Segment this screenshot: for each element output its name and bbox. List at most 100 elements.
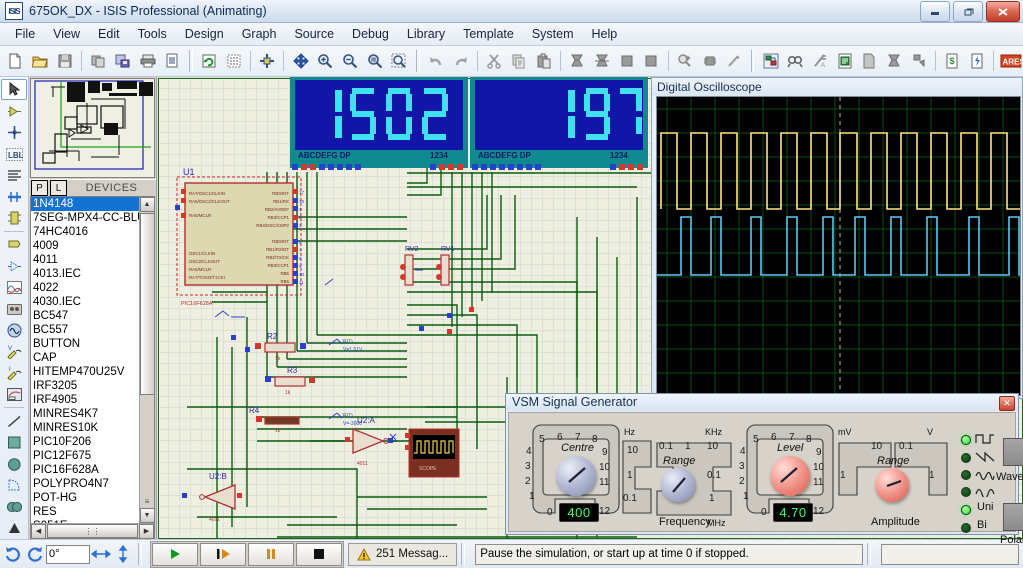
devices-tab-l[interactable]: L xyxy=(50,180,67,196)
device-item-minres4k7[interactable]: MINRES4K7 xyxy=(31,407,139,421)
device-item-bc547[interactable]: BC547 xyxy=(31,309,139,323)
device-item-irf3205[interactable]: IRF3205 xyxy=(31,379,139,393)
scroll-up-button[interactable]: ▲ xyxy=(139,197,155,212)
circle-tool-icon[interactable] xyxy=(1,453,27,474)
device-item-pot-hg[interactable]: POT-HG xyxy=(31,491,139,505)
devices-vertical-scrollbar[interactable]: ▲ ≡ ▼ xyxy=(139,197,155,523)
stop-button[interactable] xyxy=(296,542,342,566)
generator-mode-icon[interactable] xyxy=(1,320,27,341)
scroll-down-button[interactable]: ▼ xyxy=(139,508,155,523)
minimize-button[interactable] xyxy=(920,1,950,22)
scroll-right-button[interactable]: ▶ xyxy=(139,523,154,539)
devices-horizontal-scrollbar[interactable]: ◀ ⋮⋮ ▶ xyxy=(31,523,154,539)
menu-design[interactable]: Design xyxy=(176,25,233,43)
device-item-4030iec[interactable]: 4030.IEC xyxy=(31,295,139,309)
mirror-horizontal-icon[interactable] xyxy=(90,543,112,565)
import-section-icon[interactable] xyxy=(86,48,111,74)
device-item-1n4148[interactable]: 1N4148 xyxy=(31,197,139,211)
device-item-4011[interactable]: 4011 xyxy=(31,253,139,267)
wire-label-mode-icon[interactable]: LBL xyxy=(1,143,27,164)
paste-icon[interactable] xyxy=(531,48,556,74)
voltage-probe-mode-icon[interactable]: V xyxy=(1,341,27,362)
menu-graph[interactable]: Graph xyxy=(233,25,286,43)
closed-path-tool-icon[interactable] xyxy=(1,496,27,517)
mirror-vertical-icon[interactable] xyxy=(112,543,134,565)
device-pin-mode-icon[interactable] xyxy=(1,255,27,276)
device-item-res[interactable]: RES xyxy=(31,505,139,519)
hscroll-thumb[interactable]: ⋮⋮ xyxy=(47,524,138,538)
pause-button[interactable] xyxy=(248,542,294,566)
component-mode-icon[interactable] xyxy=(1,100,27,121)
sawtooth-wave-led[interactable] xyxy=(961,453,971,463)
devices-list[interactable]: 1N4148 7SEG-MPX4-CC-BLU 74HC4016 4009 40… xyxy=(31,197,139,523)
centre-knob[interactable] xyxy=(556,456,596,496)
menu-file[interactable]: File xyxy=(6,25,44,43)
bus-mode-icon[interactable] xyxy=(1,186,27,207)
block-rotate-icon[interactable] xyxy=(614,48,639,74)
device-item-74hc4016[interactable]: 74HC4016 xyxy=(31,225,139,239)
packaging-tool-icon[interactable] xyxy=(722,48,747,74)
marker-tool-icon[interactable] xyxy=(1,518,27,539)
frequency-range-knob[interactable] xyxy=(661,468,695,502)
device-item-7seg[interactable]: 7SEG-MPX4-CC-BLU xyxy=(31,211,139,225)
device-item-bc557[interactable]: BC557 xyxy=(31,323,139,337)
box-tool-icon[interactable] xyxy=(1,432,27,453)
netlist-icon[interactable] xyxy=(758,48,783,74)
level-knob[interactable] xyxy=(770,456,810,496)
devices-tab-p[interactable]: P xyxy=(31,180,48,196)
menu-help[interactable]: Help xyxy=(583,25,627,43)
rotation-input[interactable]: 0° xyxy=(46,544,90,564)
cut-icon[interactable] xyxy=(482,48,507,74)
origin-icon[interactable] xyxy=(255,48,280,74)
block-copy-icon[interactable] xyxy=(565,48,590,74)
menu-tools[interactable]: Tools xyxy=(129,25,176,43)
display-right[interactable]: ABCDEFG DP 1234 197 xyxy=(470,77,650,170)
zoom-select-icon[interactable] xyxy=(387,48,412,74)
device-item-hitemp[interactable]: HITEMP470U25V xyxy=(31,365,139,379)
export-section-icon[interactable] xyxy=(111,48,136,74)
device-item-4013iec[interactable]: 4013.IEC xyxy=(31,267,139,281)
copy-icon[interactable] xyxy=(507,48,532,74)
redo-icon[interactable] xyxy=(448,48,473,74)
text-script-mode-icon[interactable] xyxy=(1,165,27,186)
menu-library[interactable]: Library xyxy=(398,25,454,43)
device-item-minres10k[interactable]: MINRES10K xyxy=(31,421,139,435)
electrical-rule-check-icon[interactable] xyxy=(783,48,808,74)
undo-icon[interactable] xyxy=(424,48,449,74)
overview-panel[interactable] xyxy=(30,78,155,178)
document-icon[interactable] xyxy=(857,48,882,74)
device-item-button[interactable]: BUTTON xyxy=(31,337,139,351)
graph-mode-icon[interactable] xyxy=(1,277,27,298)
block-move-icon[interactable] xyxy=(590,48,615,74)
restore-button[interactable] xyxy=(953,1,983,22)
menu-view[interactable]: View xyxy=(44,25,89,43)
subcircuit-mode-icon[interactable] xyxy=(1,208,27,229)
terminals-mode-icon[interactable] xyxy=(1,234,27,255)
refresh-display-icon[interactable] xyxy=(197,48,222,74)
vsm-signal-generator-window[interactable]: VSM Signal Generator ✕ 400 Centre 0 1 2 … xyxy=(505,393,1023,546)
display-left[interactable]: ABCDEFG DP 1234 1502 xyxy=(290,77,470,170)
block-delete-icon[interactable] xyxy=(639,48,664,74)
bi-led[interactable] xyxy=(961,523,971,533)
netlist-compiler-icon[interactable]: A xyxy=(808,48,833,74)
line-tool-icon[interactable] xyxy=(1,410,27,431)
device-item-pic10f206[interactable]: PIC10F206 xyxy=(31,435,139,449)
rotate-clockwise-icon[interactable] xyxy=(2,543,24,565)
square-wave-led[interactable] xyxy=(961,435,971,445)
waveform-button[interactable] xyxy=(1003,438,1023,466)
signal-generator-close-button[interactable]: ✕ xyxy=(999,396,1015,411)
arc-tool-icon[interactable] xyxy=(1,475,27,496)
print-area-icon[interactable] xyxy=(160,48,185,74)
scroll-thumb[interactable] xyxy=(139,213,155,395)
menu-source[interactable]: Source xyxy=(285,25,343,43)
polarity-button[interactable] xyxy=(1003,503,1023,531)
new-file-icon[interactable] xyxy=(3,48,28,74)
digital-oscilloscope-window[interactable]: Digital Oscilloscope xyxy=(651,77,1023,399)
tape-recorder-mode-icon[interactable] xyxy=(1,298,27,319)
virtual-instrument-mode-icon[interactable] xyxy=(1,384,27,405)
zoom-area-icon[interactable] xyxy=(362,48,387,74)
scroll-left-button[interactable]: ◀ xyxy=(31,523,46,539)
make-device-icon[interactable] xyxy=(697,48,722,74)
pick-device-icon[interactable] xyxy=(673,48,698,74)
step-button[interactable] xyxy=(200,542,246,566)
